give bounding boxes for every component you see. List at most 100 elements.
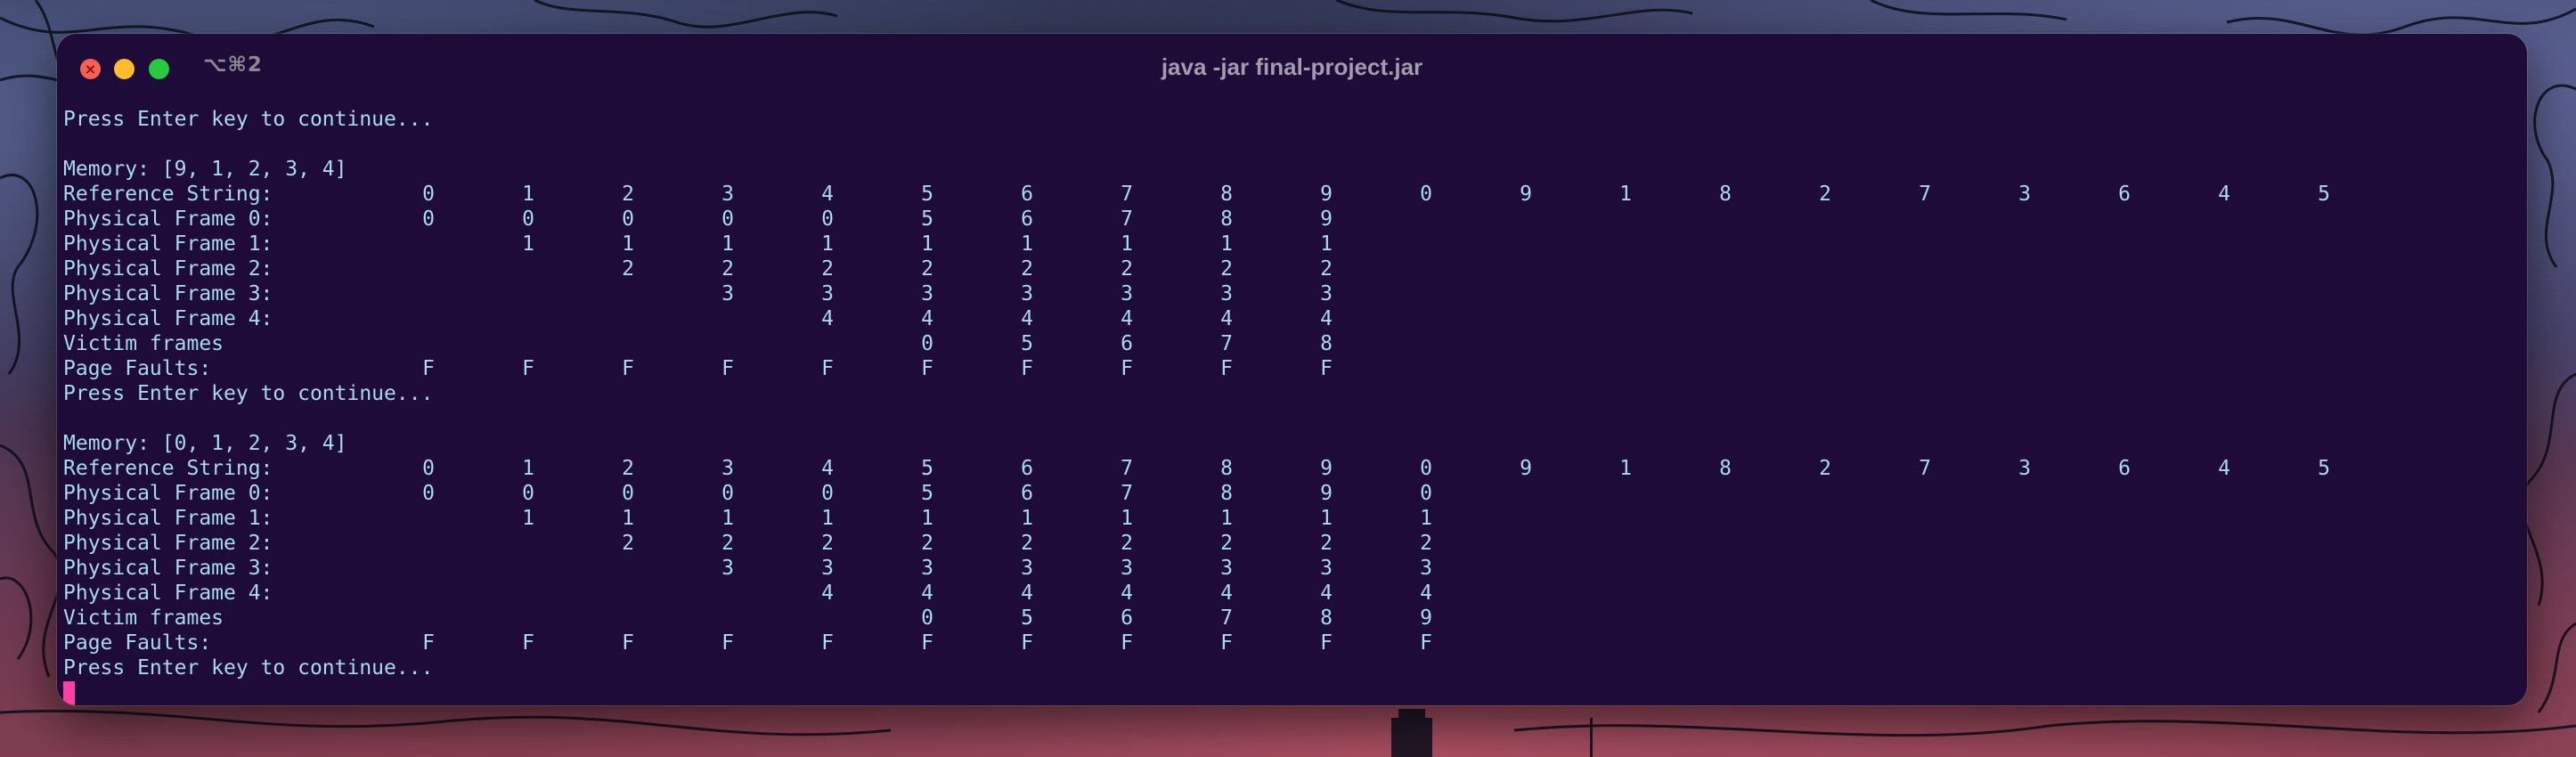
table-cell: 3: [1021, 557, 1033, 580]
table-cell: 3: [2018, 457, 2031, 480]
table-cell: 2: [721, 532, 734, 555]
table-cell: 2: [1220, 532, 1233, 555]
row-label: Physical Frame 3:: [63, 282, 273, 305]
table-cell: 1: [522, 232, 534, 256]
table-cell: 0: [622, 482, 634, 505]
row-label: Physical Frame 4:: [63, 582, 273, 605]
table-row: Physical Frame 2: 2 2 2 2 2 2 2 2 2: [63, 531, 2527, 556]
table-cell: 6: [1021, 208, 1033, 231]
table-cell: 3: [1121, 282, 1133, 305]
table-cell: 1: [1220, 507, 1233, 530]
table-cell: 8: [1719, 457, 1732, 480]
table-cell: 2: [622, 532, 634, 555]
table-row: Physical Frame 3: 3 3 3 3 3 3 3: [63, 281, 2527, 306]
table-cell: 6: [2118, 183, 2131, 206]
table-cell: 0: [1420, 457, 1432, 480]
row-label: Reference String:: [63, 457, 273, 480]
table-cell: 0: [1420, 482, 1432, 505]
memory-line: Memory: [9, 1, 2, 3, 4]: [63, 158, 347, 181]
table-cell: 4: [1021, 307, 1033, 330]
row-label: Physical Frame 3:: [63, 557, 273, 580]
row-label: Victim frames: [63, 332, 224, 355]
table-cell: 2: [821, 532, 834, 555]
table-cell: 0: [422, 482, 435, 505]
table-cell: 3: [1021, 282, 1033, 305]
table-cell: 7: [1121, 183, 1133, 206]
table-cell: 7: [1121, 482, 1133, 505]
table-cell: 2: [1320, 532, 1333, 555]
table-cell: 3: [1220, 282, 1233, 305]
table-cell: 4: [1220, 307, 1233, 330]
table-cell: F: [1420, 631, 1432, 655]
table-cell: 2: [721, 257, 734, 281]
table-cell: 1: [1420, 507, 1432, 530]
table-cell: 2: [1819, 457, 1831, 480]
table-cell: 9: [1320, 482, 1333, 505]
table-cell: 3: [1220, 557, 1233, 580]
terminal-output[interactable]: Press Enter key to continue... Memory: [9…: [63, 107, 2527, 705]
table-cell: 1: [921, 507, 933, 530]
row-label: Physical Frame 2:: [63, 532, 273, 555]
table-cell: 1: [721, 232, 734, 256]
table-cell: 8: [1220, 208, 1233, 231]
table-cell: 6: [2118, 457, 2131, 480]
table-cell: 4: [2218, 457, 2230, 480]
table-cell: 6: [1121, 606, 1133, 630]
table-cell: 5: [2318, 457, 2330, 480]
table-row: Physical Frame 1: 1 1 1 1 1 1 1 1 1 1: [63, 506, 2527, 531]
continue-prompt: Press Enter key to continue...: [63, 108, 434, 131]
continue-prompt: Press Enter key to continue...: [63, 656, 434, 680]
table-cell: 0: [422, 208, 435, 231]
table-cell: 3: [821, 557, 834, 580]
table-cell: 1: [1619, 183, 1632, 206]
table-cell: 1: [1320, 507, 1333, 530]
table-cell: F: [522, 357, 534, 380]
table-row: Victim frames 0 5 6 7 8 9: [63, 606, 2527, 631]
table-cell: 5: [921, 208, 933, 231]
table-cell: 4: [921, 307, 933, 330]
table-cell: F: [821, 631, 834, 655]
table-cell: F: [422, 357, 435, 380]
table-cell: 9: [1320, 208, 1333, 231]
table-cell: 3: [721, 282, 734, 305]
table-cell: 3: [921, 557, 933, 580]
table-cell: 5: [921, 457, 933, 480]
table-cell: 1: [1320, 232, 1333, 256]
table-cell: 3: [721, 557, 734, 580]
row-label: Reference String:: [63, 183, 273, 206]
table-row: Page Faults: F F F F F F F F F F: [63, 356, 2527, 381]
row-label: Physical Frame 4:: [63, 307, 273, 330]
table-cell: F: [1021, 357, 1033, 380]
table-cell: 3: [1420, 557, 1432, 580]
table-cell: 4: [821, 582, 834, 605]
table-cell: 1: [921, 232, 933, 256]
table-cell: 1: [1121, 507, 1133, 530]
table-cell: 0: [821, 482, 834, 505]
table-cell: 2: [1420, 532, 1432, 555]
table-cell: 3: [721, 183, 734, 206]
table-cell: F: [921, 631, 933, 655]
table-cell: 1: [522, 183, 534, 206]
table-cell: F: [622, 357, 634, 380]
table-row: Reference String: 0 1 2 3 4 5 6 7 8 9 0 9 1 8 2 7 3 6 4 5: [63, 456, 2527, 481]
title-bar[interactable]: × ⌥⌘2 java -jar final-project.jar: [57, 34, 2527, 102]
table-cell: 0: [422, 457, 435, 480]
table-row: Physical Frame 0: 0 0 0 0 0 5 6 7 8 9: [63, 207, 2527, 232]
table-cell: 5: [1021, 332, 1033, 355]
table-row: Physical Frame 4: 4 4 4 4 4 4: [63, 306, 2527, 331]
table-cell: 1: [1619, 457, 1632, 480]
table-cell: 8: [1320, 606, 1333, 630]
table-cell: 2: [622, 457, 634, 480]
table-cell: 0: [721, 208, 734, 231]
table-cell: F: [1220, 357, 1233, 380]
table-cell: 2: [622, 257, 634, 281]
table-cell: 7: [1919, 183, 1931, 206]
table-cell: 0: [1420, 183, 1432, 206]
table-cell: 2: [1021, 532, 1033, 555]
row-label: Victim frames: [63, 606, 224, 630]
terminal-window[interactable]: × ⌥⌘2 java -jar final-project.jar Press …: [57, 34, 2527, 705]
row-label: Physical Frame 0:: [63, 482, 273, 505]
table-cell: F: [1320, 631, 1333, 655]
row-label: Page Faults:: [63, 631, 212, 655]
table-row: Victim frames 0 5 6 7 8: [63, 331, 2527, 356]
